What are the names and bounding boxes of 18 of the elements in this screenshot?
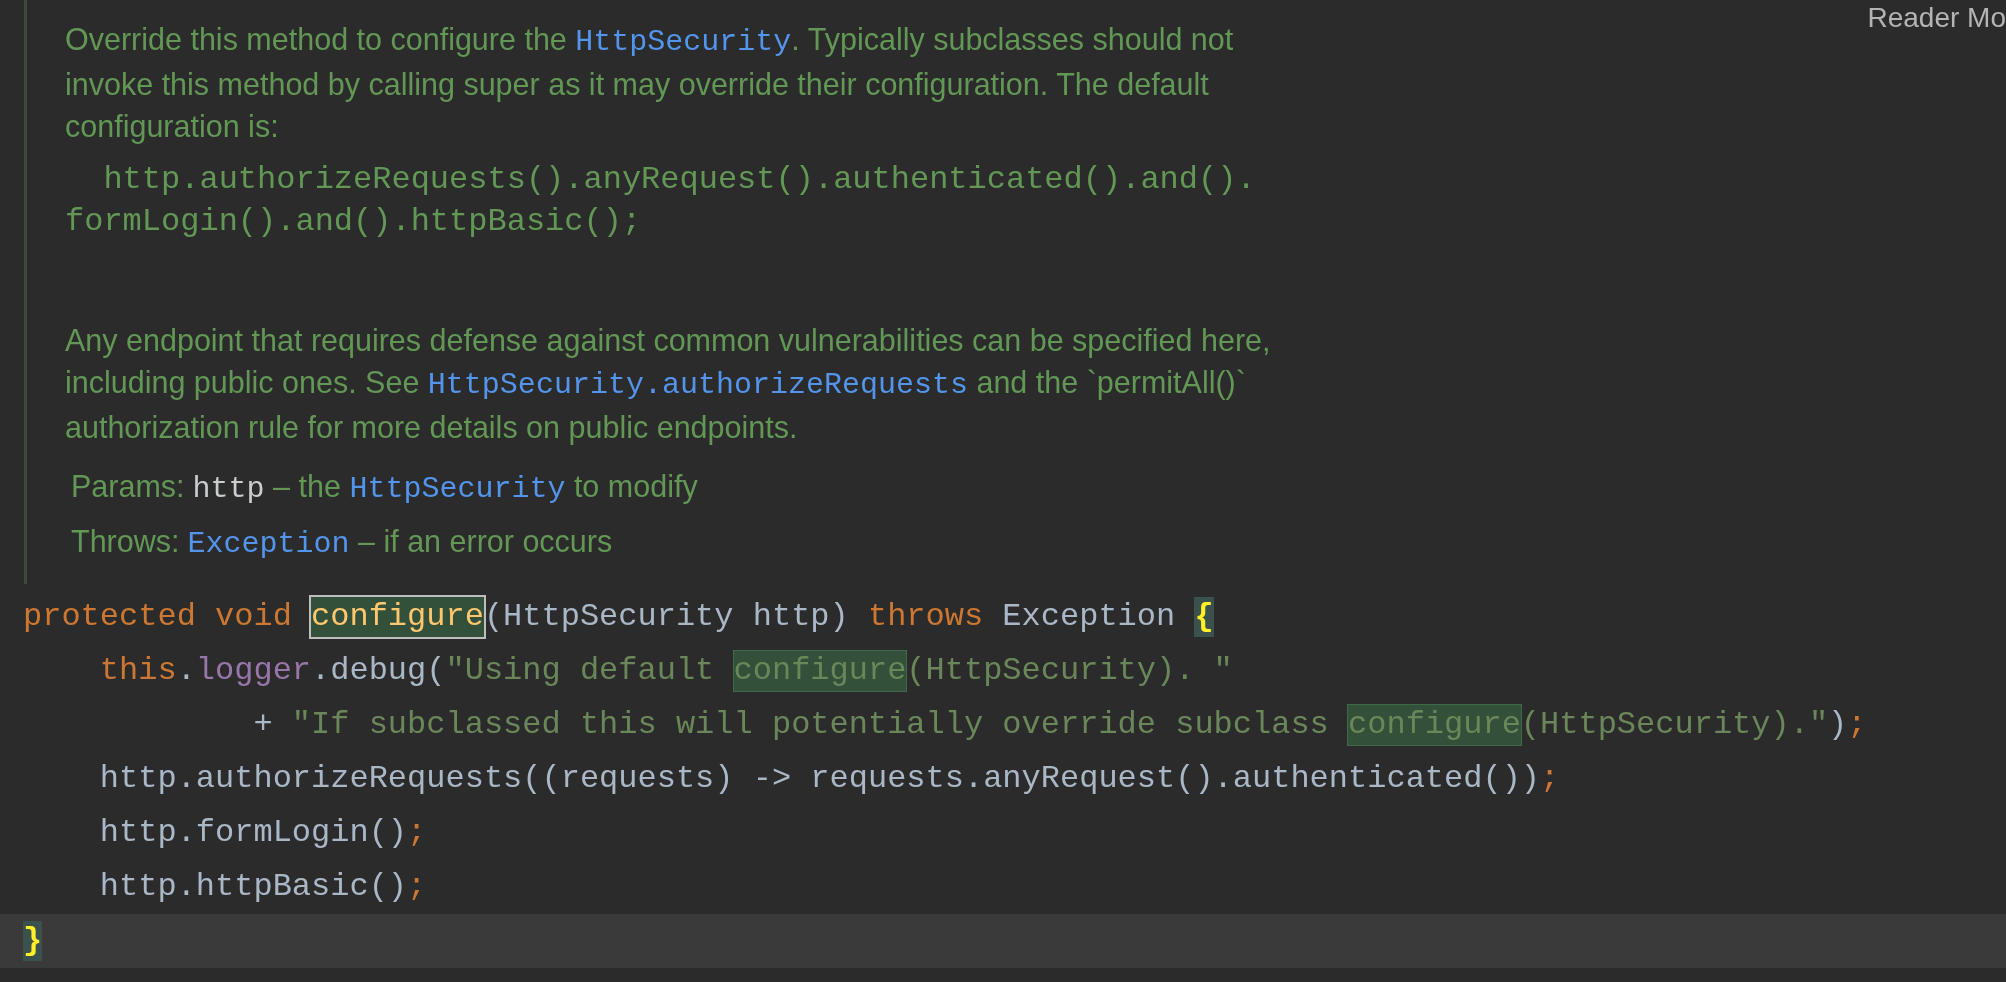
code-line: this.logger.debug("Using default configure(HttpSecurity). "	[98, 650, 1234, 693]
code-line: http.httpBasic();	[98, 867, 428, 907]
code-line: http.formLogin();	[98, 813, 428, 853]
code-line: + "If subclassed this will potentially override subclass configure(HttpSecurity).");	[252, 704, 1868, 747]
doc-paragraph: Override this method to configure the HttpSecurity. Typically subclasses should not invoke this method by calling super as it may override their configuration. The default configuration is:	[65, 21, 1235, 146]
doc-tag-description: http – the HttpSecurity to modify	[192, 468, 698, 508]
code-line: protected void configure(HttpSecurity http) throws Exception {	[22, 596, 1215, 639]
doc-link[interactable]: HttpSecurity.authorizeRequests	[427, 368, 968, 402]
doc-tag-description: Exception – if an error occurs	[187, 523, 613, 563]
doc-link[interactable]: HttpSecurity	[575, 25, 792, 59]
doc-tag-label: Params:	[71, 468, 185, 505]
doc-code-snippet: http.authorizeRequests().anyRequest().authenticated().and().formLogin().and().httpBasic();	[65, 160, 1256, 242]
reader-mode-label[interactable]: Reader Mo	[1867, 0, 2006, 34]
doc-link[interactable]: HttpSecurity	[349, 472, 566, 506]
doc-link[interactable]: Exception	[187, 527, 350, 561]
code-line: http.authorizeRequests((requests) -> requests.anyRequest().authenticated());	[98, 759, 1561, 799]
doc-paragraph: Any endpoint that requires defense against common vulnerabilities can be specified here, including public ones. See HttpSecurity.authorizeRequests and the `permitAll()` authorization rule for more details on public endpoints.	[65, 322, 1272, 447]
doc-tag-label: Throws:	[71, 523, 180, 560]
